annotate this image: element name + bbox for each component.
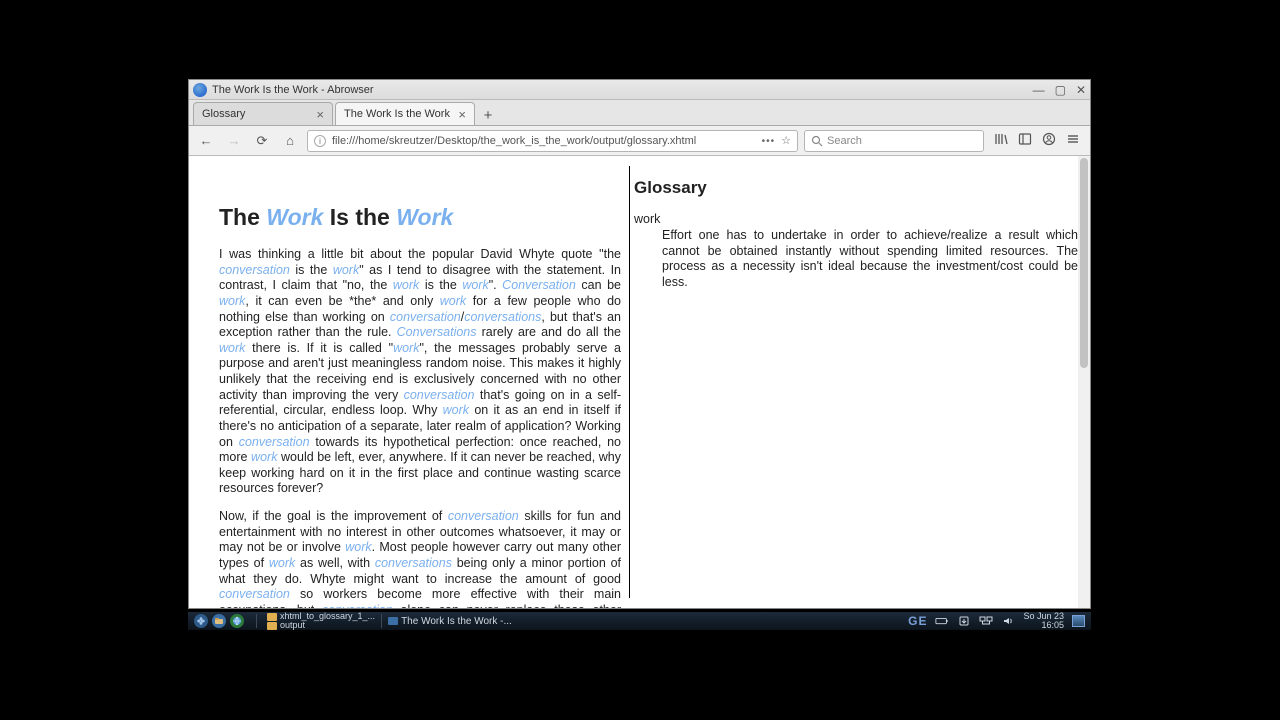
term-link[interactable]: conversation <box>219 587 290 601</box>
menu-icon[interactable] <box>1066 132 1080 149</box>
term-link[interactable]: work <box>443 403 469 417</box>
scrollbar-thumb[interactable] <box>1080 158 1088 368</box>
term-link[interactable]: conversation <box>390 310 461 324</box>
term-link[interactable]: conversation <box>448 509 519 523</box>
url-text: file:///home/skreutzer/Desktop/the_work_… <box>332 135 696 147</box>
search-bar[interactable]: Search <box>804 130 984 152</box>
term-link[interactable]: work <box>440 294 466 308</box>
article-paragraph: Now, if the goal is the improvement of c… <box>219 509 621 608</box>
battery-icon[interactable] <box>935 615 949 627</box>
network-icon[interactable] <box>979 615 993 627</box>
tab-bar: Glossary × The Work Is the Work × + <box>189 100 1090 126</box>
tab-label: Glossary <box>202 108 245 120</box>
article-title: The Work Is the Work <box>219 204 621 231</box>
window-close-button[interactable]: ✕ <box>1076 83 1086 97</box>
tab-the-work[interactable]: The Work Is the Work × <box>335 102 475 125</box>
term-link[interactable]: conversations <box>464 310 541 324</box>
term-link[interactable]: Conversation <box>502 278 576 292</box>
term-link[interactable]: work <box>219 294 245 308</box>
show-desktop-button[interactable] <box>1072 615 1085 627</box>
vertical-scrollbar[interactable] <box>1078 156 1090 608</box>
desktop-taskbar: xhtml_to_glossary_1_... output The Work … <box>188 612 1091 630</box>
account-icon[interactable] <box>1042 132 1056 149</box>
forward-button[interactable]: → <box>223 130 245 152</box>
folder-icon <box>267 613 277 621</box>
keyboard-layout-indicator[interactable]: GE <box>908 614 927 628</box>
term-link[interactable]: work <box>333 263 359 277</box>
app-task-icon <box>388 617 398 625</box>
library-icon[interactable] <box>994 132 1008 149</box>
tab-glossary[interactable]: Glossary × <box>193 102 333 125</box>
home-button[interactable]: ⌂ <box>279 130 301 152</box>
window-minimize-button[interactable]: — <box>1033 83 1045 97</box>
term-link[interactable]: conversation <box>404 388 475 402</box>
glossary-definition: Effort one has to undertake in order to … <box>634 228 1078 291</box>
reload-button[interactable]: ⟳ <box>251 130 273 152</box>
browser-window: The Work Is the Work - Abrowser — ▢ ✕ Gl… <box>188 79 1091 609</box>
file-manager-icon[interactable] <box>212 614 226 628</box>
window-titlebar: The Work Is the Work - Abrowser — ▢ ✕ <box>189 80 1090 100</box>
term-link[interactable]: conversation <box>322 603 393 608</box>
term-link[interactable]: work <box>345 540 371 554</box>
sidebar-icon[interactable] <box>1018 132 1032 149</box>
folder-icon <box>267 622 277 630</box>
term-link[interactable]: work <box>462 278 488 292</box>
term-link[interactable]: work <box>251 450 277 464</box>
term-link[interactable]: conversations <box>375 556 452 570</box>
term-link[interactable]: work <box>393 341 419 355</box>
term-link[interactable]: work <box>219 341 245 355</box>
new-tab-button[interactable]: + <box>477 105 499 125</box>
clock[interactable]: So Jun 23 16:05 <box>1023 612 1064 630</box>
page-actions-icon[interactable] <box>762 135 776 147</box>
nav-toolbar: ← → ⟳ ⌂ i file:///home/skreutzer/Desktop… <box>189 126 1090 156</box>
taskbar-file-group[interactable]: xhtml_to_glossary_1_... output <box>267 612 375 630</box>
search-icon <box>811 135 823 147</box>
term-link[interactable]: conversation <box>219 263 290 277</box>
site-info-icon[interactable]: i <box>314 135 326 147</box>
term-link[interactable]: work <box>393 278 419 292</box>
updates-icon[interactable] <box>957 615 971 627</box>
bookmark-icon[interactable] <box>781 134 791 147</box>
article-paragraph: I was thinking a little bit about the po… <box>219 247 621 497</box>
tab-close-icon[interactable]: × <box>450 107 466 122</box>
window-title: The Work Is the Work - Abrowser <box>212 84 374 96</box>
glossary-heading: Glossary <box>634 178 1078 198</box>
volume-icon[interactable] <box>1001 615 1015 627</box>
search-placeholder: Search <box>827 135 862 147</box>
term-link[interactable]: conversation <box>239 435 310 449</box>
page-content: The Work Is the Work I was thinking a li… <box>189 156 1090 608</box>
url-bar[interactable]: i file:///home/skreutzer/Desktop/the_wor… <box>307 130 798 152</box>
tab-label: The Work Is the Work <box>344 108 450 120</box>
glossary-pane: Glossary work Effort one has to undertak… <box>630 156 1090 608</box>
app-icon <box>193 83 207 97</box>
window-maximize-button[interactable]: ▢ <box>1055 83 1066 97</box>
browser-launcher-icon[interactable] <box>230 614 244 628</box>
back-button[interactable]: ← <box>195 130 217 152</box>
term-link[interactable]: Conversations <box>397 325 477 339</box>
tab-close-icon[interactable]: × <box>308 107 324 122</box>
article-pane: The Work Is the Work I was thinking a li… <box>189 156 629 608</box>
glossary-term: work <box>634 212 1078 226</box>
start-menu-icon[interactable] <box>194 614 208 628</box>
term-link[interactable]: work <box>269 556 295 570</box>
taskbar-app-item[interactable]: The Work Is the Work -... <box>388 616 512 627</box>
